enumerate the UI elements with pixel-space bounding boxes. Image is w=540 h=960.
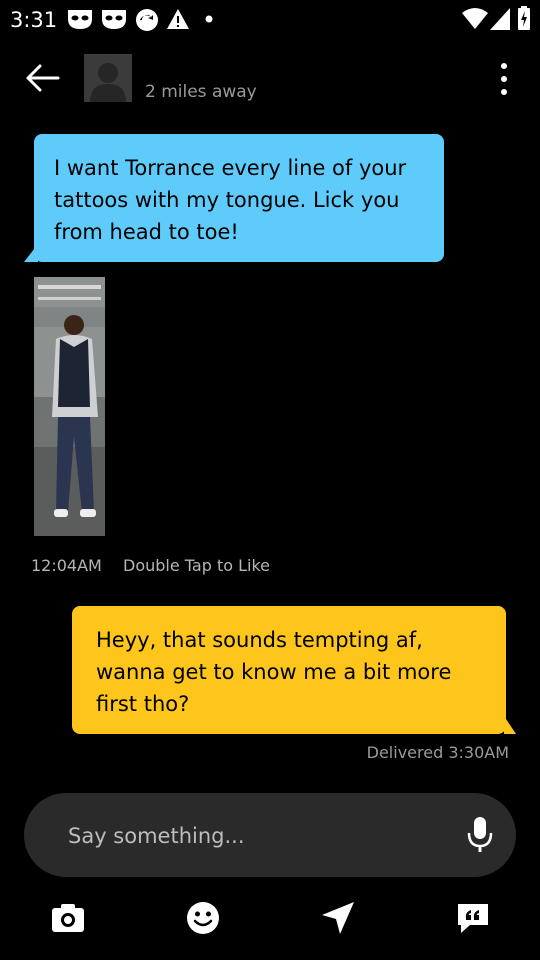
outgoing-message-text: Heyy, that sounds tempting af, wanna get… xyxy=(96,628,452,716)
location-icon[interactable] xyxy=(320,900,356,936)
avatar[interactable] xyxy=(84,54,132,102)
microphone-icon[interactable] xyxy=(467,815,493,855)
incoming-message-bubble[interactable]: I want Torrance every line of your tatto… xyxy=(34,134,444,262)
message-input[interactable] xyxy=(66,819,450,853)
status-time: 3:31 xyxy=(10,8,58,32)
incoming-message-text: I want Torrance every line of your tatto… xyxy=(54,156,407,244)
emoji-icon[interactable] xyxy=(185,900,221,936)
notification-dot-icon xyxy=(205,15,213,23)
quick-reply-icon[interactable] xyxy=(455,900,491,936)
photo-image xyxy=(34,277,105,536)
camera-icon[interactable] xyxy=(50,900,86,936)
signal-icon xyxy=(490,8,510,30)
sync-icon xyxy=(136,9,158,31)
distance-label: 2 miles away xyxy=(145,82,257,102)
default-profile-icon xyxy=(84,54,132,102)
message-composer xyxy=(24,793,516,877)
back-arrow-icon[interactable] xyxy=(24,62,60,94)
double-tap-hint: Double Tap to Like xyxy=(123,556,270,575)
outgoing-message-bubble[interactable]: Heyy, that sounds tempting af, wanna get… xyxy=(72,606,506,734)
photo-timestamp: 12:04AM xyxy=(31,556,102,575)
status-bar: 3:31 xyxy=(0,0,540,38)
warning-icon xyxy=(167,9,189,29)
photo-message[interactable] xyxy=(34,277,105,536)
app-mask-icon-2 xyxy=(102,10,126,29)
delivery-status: Delivered 3:30AM xyxy=(366,743,509,762)
more-options-icon[interactable] xyxy=(494,62,514,96)
app-mask-icon xyxy=(68,10,92,29)
wifi-icon xyxy=(462,8,488,29)
battery-icon xyxy=(518,6,530,30)
